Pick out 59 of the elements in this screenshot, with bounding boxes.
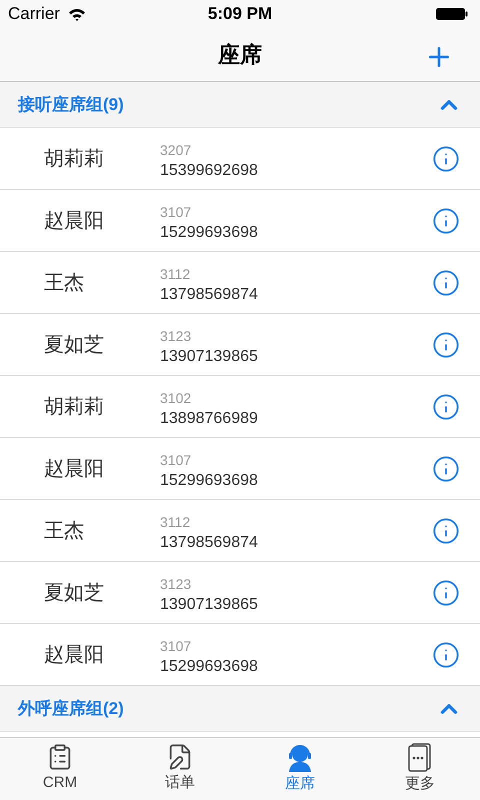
phone-number: 15399692698 (160, 160, 258, 180)
tab-item[interactable]: CRM (0, 738, 120, 800)
phone-number: 13907139865 (160, 346, 258, 366)
info-icon (432, 268, 460, 296)
phone-number: 13907139865 (160, 594, 258, 614)
agent-name: 王杰 (43, 518, 85, 544)
info-button[interactable] (432, 144, 460, 172)
phone-number: 15299693698 (160, 222, 258, 242)
info-icon (432, 516, 460, 544)
battery-icon (436, 7, 468, 21)
wifi-icon (68, 8, 86, 20)
phone-number: 13898766989 (160, 408, 258, 428)
info-button[interactable] (432, 516, 460, 544)
info-button[interactable] (432, 392, 460, 420)
group-title: 外呼座席组(2) (18, 698, 124, 720)
tab-item[interactable]: 座席 (240, 738, 360, 800)
agent-name: 胡莉莉 (43, 146, 105, 172)
group-title: 接听座席组(9) (18, 94, 124, 116)
info-button[interactable] (432, 640, 460, 668)
info-icon (432, 640, 460, 668)
extension-number: 3112 (160, 512, 192, 530)
phone-number: 13798569874 (160, 284, 258, 304)
info-button[interactable] (432, 578, 460, 606)
info-icon (432, 454, 460, 482)
tab-item[interactable]: 话单 (120, 738, 240, 800)
carrier-label: Carrier (8, 3, 60, 26)
phone-number: 13798569874 (160, 532, 258, 552)
info-icon (432, 392, 460, 420)
extension-number: 3123 (160, 574, 192, 592)
agent-name: 夏如芝 (43, 332, 105, 358)
group-header[interactable]: 接听座席组(9) (0, 82, 480, 128)
phone-number: 15299693698 (160, 656, 258, 676)
document-dots-icon (406, 742, 434, 772)
phone-number: 15299693698 (160, 470, 258, 490)
extension-number: 3107 (160, 450, 192, 468)
info-button[interactable] (432, 330, 460, 358)
agent-name: 胡莉莉 (43, 394, 105, 420)
agent-name: 赵晨阳 (43, 456, 105, 482)
info-icon (432, 144, 460, 172)
info-button[interactable] (432, 268, 460, 296)
extension-number: 3102 (160, 388, 192, 406)
extension-number: 3207 (160, 140, 192, 158)
status-time: 5:09 PM (208, 3, 272, 26)
nav-title: 座席 (218, 41, 262, 69)
info-icon (432, 330, 460, 358)
agent-name: 赵晨阳 (43, 208, 105, 234)
agent-name: 夏如芝 (43, 580, 105, 606)
extension-number: 3123 (160, 326, 192, 344)
extension-number: 3112 (160, 264, 192, 282)
extension-number: 3107 (160, 202, 192, 220)
info-icon (432, 578, 460, 606)
info-button[interactable] (432, 454, 460, 482)
info-button[interactable] (432, 206, 460, 234)
info-icon (432, 206, 460, 234)
extension-number: 3107 (160, 636, 192, 654)
agent-name: 赵晨阳 (43, 642, 105, 668)
agent-name: 王杰 (43, 270, 85, 296)
group-header[interactable]: 外呼座席组(2) (0, 686, 480, 732)
tab-item[interactable]: 更多 (360, 738, 480, 800)
